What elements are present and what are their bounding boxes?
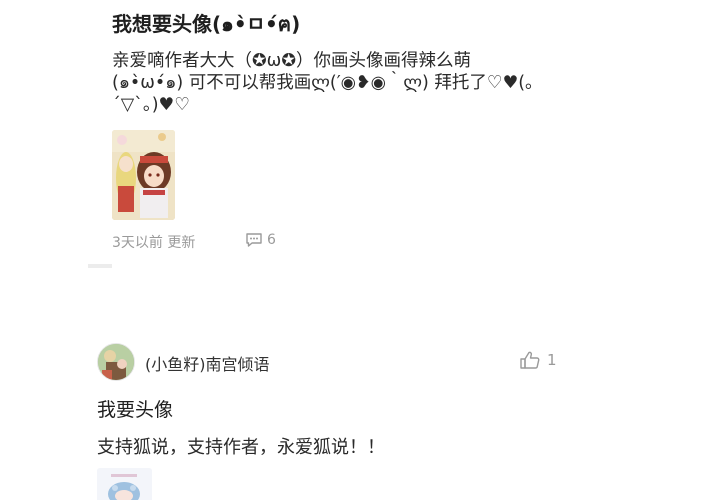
- post-body-line: ´▽`｡)♥♡: [112, 95, 190, 115]
- post-title: 我想要头像(๑•̀ㅁ•́ฅ): [112, 12, 301, 36]
- avatar[interactable]: [97, 343, 135, 381]
- anime-illustration-image: [112, 130, 175, 220]
- thumbs-up-icon: [520, 351, 540, 369]
- comment-count: 6: [267, 232, 276, 248]
- post-body: 支持狐说，支持作者，永爱狐说！！: [97, 437, 385, 458]
- post-image-thumbnail[interactable]: [112, 130, 175, 220]
- comment-bubble-icon: [246, 233, 262, 247]
- comment-count-button[interactable]: 6: [245, 232, 276, 248]
- post-body: 亲爱嘀作者大大（✪ω✪）你画头像画得辣么萌 (๑•̀ω•́๑) 可不可以帮我画ლ…: [112, 50, 582, 116]
- post-body-line: (๑•̀ω•́๑) 可不可以帮我画ლ(′◉❥◉｀ლ) 拜托了♡♥(｡: [112, 73, 534, 93]
- post-title: 我要头像: [97, 399, 174, 421]
- post-timestamp: 3天以前 更新: [112, 235, 196, 251]
- author-name[interactable]: (小鱼籽)南宫倾语: [145, 351, 270, 375]
- post-image-thumbnail[interactable]: [97, 468, 152, 500]
- anime-illustration-image: [97, 468, 152, 500]
- like-count: 1: [547, 351, 557, 369]
- like-button[interactable]: 1: [519, 350, 557, 370]
- post-body-line: 亲爱嘀作者大大（✪ω✪）你画头像画得辣么萌: [112, 51, 471, 71]
- divider: [88, 264, 112, 268]
- avatar-image: [98, 344, 134, 380]
